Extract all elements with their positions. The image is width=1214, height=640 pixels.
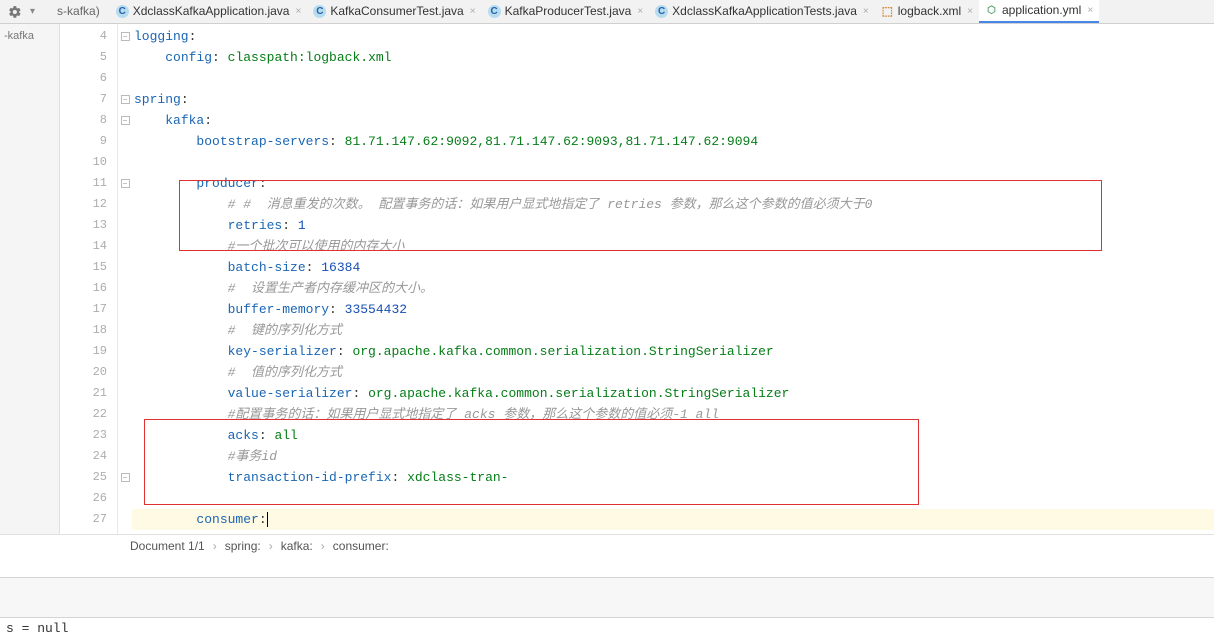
code-line[interactable]: buffer-memory: 33554432: [132, 299, 1214, 320]
project-fragment: s-kafka): [47, 4, 110, 18]
line-number: 6: [60, 68, 107, 89]
sidebar-item[interactable]: -kafka: [4, 28, 55, 44]
console-output: s = null: [0, 617, 1214, 640]
code-area[interactable]: logging: config: classpath:logback.xml sp…: [132, 24, 1214, 534]
code-line[interactable]: [132, 68, 1214, 89]
line-number: 11: [60, 173, 107, 194]
line-number: 22: [60, 404, 107, 425]
line-number: 8: [60, 110, 107, 131]
fold-toggle[interactable]: −: [121, 32, 130, 41]
java-file-icon: C: [655, 5, 668, 18]
close-icon[interactable]: ×: [470, 6, 476, 17]
line-number: 12: [60, 194, 107, 215]
code-line[interactable]: # # 消息重发的次数。 配置事务的话：如果用户显式地指定了 retries 参…: [132, 194, 1214, 215]
close-icon[interactable]: ×: [1087, 5, 1093, 16]
line-number: 18: [60, 320, 107, 341]
code-line[interactable]: logging:: [132, 26, 1214, 47]
breadcrumb-sep: ›: [269, 539, 273, 553]
line-number: 14: [60, 236, 107, 257]
console-area: s = null: [0, 577, 1214, 640]
tab-logback-xml[interactable]: ⬚ logback.xml ×: [875, 0, 979, 23]
tab-kafkaproducertest-java[interactable]: C KafkaProducerTest.java ×: [482, 0, 650, 23]
code-line[interactable]: #配置事务的话：如果用户显式地指定了 acks 参数，那么这个参数的值必须-1 …: [132, 404, 1214, 425]
fold-column: − − − − −: [118, 24, 132, 534]
line-number: 13: [60, 215, 107, 236]
code-line[interactable]: # 设置生产者内存缓冲区的大小。: [132, 278, 1214, 299]
breadcrumb-item[interactable]: consumer:: [333, 539, 389, 553]
breadcrumb[interactable]: Document 1/1 › spring: › kafka: › consum…: [0, 534, 1214, 556]
code-line[interactable]: [132, 488, 1214, 509]
fold-toggle[interactable]: −: [121, 116, 130, 125]
tab-xdclasskafkaapplicationtests-java[interactable]: C XdclassKafkaApplicationTests.java ×: [649, 0, 875, 23]
code-line[interactable]: transaction-id-prefix: xdclass-tran-: [132, 467, 1214, 488]
code-line[interactable]: value-serializer: org.apache.kafka.commo…: [132, 383, 1214, 404]
top-bar: ▾ s-kafka) C XdclassKafkaApplication.java…: [0, 0, 1214, 24]
code-line[interactable]: spring:: [132, 89, 1214, 110]
breadcrumb-sep: ›: [321, 539, 325, 553]
breadcrumb-item[interactable]: spring:: [225, 539, 261, 553]
tab-label: application.yml: [1002, 3, 1081, 17]
java-file-icon: C: [488, 5, 501, 18]
breadcrumb-sep: ›: [213, 539, 217, 553]
line-number: 20: [60, 362, 107, 383]
code-line[interactable]: producer:: [132, 173, 1214, 194]
line-number: 17: [60, 299, 107, 320]
gear-icon[interactable]: [8, 5, 22, 19]
line-number: 21: [60, 383, 107, 404]
close-icon[interactable]: ×: [295, 6, 301, 17]
close-icon[interactable]: ×: [863, 6, 869, 17]
tab-label: XdclassKafkaApplication.java: [133, 4, 290, 18]
tab-label: KafkaConsumerTest.java: [330, 4, 463, 18]
code-line[interactable]: key-serializer: org.apache.kafka.common.…: [132, 341, 1214, 362]
code-line[interactable]: bootstrap-servers: 81.71.147.62:9092,81.…: [132, 131, 1214, 152]
breadcrumb-item[interactable]: kafka:: [281, 539, 313, 553]
line-number: 7: [60, 89, 107, 110]
code-line[interactable]: retries: 1: [132, 215, 1214, 236]
editor[interactable]: 4567891011121314151617181920212223242526…: [60, 24, 1214, 534]
code-line[interactable]: batch-size: 16384: [132, 257, 1214, 278]
tab-label: logback.xml: [898, 4, 961, 18]
project-sidebar[interactable]: -kafka: [0, 24, 60, 534]
line-number: 10: [60, 152, 107, 173]
close-icon[interactable]: ×: [637, 6, 643, 17]
code-line[interactable]: # 键的序列化方式: [132, 320, 1214, 341]
java-file-icon: C: [313, 5, 326, 18]
tab-label: XdclassKafkaApplicationTests.java: [672, 4, 857, 18]
line-number: 5: [60, 47, 107, 68]
code-line[interactable]: #事务id: [132, 446, 1214, 467]
code-line[interactable]: #一个批次可以使用的内存大小: [132, 236, 1214, 257]
breadcrumb-doc: Document 1/1: [130, 539, 205, 553]
close-icon[interactable]: ×: [967, 6, 973, 17]
yml-file-icon: ⬡: [985, 4, 998, 17]
line-number: 27: [60, 509, 107, 530]
code-line[interactable]: [132, 152, 1214, 173]
code-line[interactable]: acks: all: [132, 425, 1214, 446]
code-line[interactable]: kafka:: [132, 110, 1214, 131]
fold-toggle[interactable]: −: [121, 179, 130, 188]
line-number: 25: [60, 467, 107, 488]
code-line[interactable]: consumer:: [132, 509, 1214, 530]
tab-xdclasskafkaapplication-java[interactable]: C XdclassKafkaApplication.java ×: [110, 0, 308, 23]
xml-file-icon: ⬚: [881, 5, 894, 18]
line-number: 26: [60, 488, 107, 509]
line-number: 9: [60, 131, 107, 152]
code-line[interactable]: # 值的序列化方式: [132, 362, 1214, 383]
fold-toggle[interactable]: −: [121, 95, 130, 104]
line-number: 4: [60, 26, 107, 47]
line-number: 24: [60, 446, 107, 467]
tab-application-yml[interactable]: ⬡ application.yml ×: [979, 0, 1099, 23]
line-number: 16: [60, 278, 107, 299]
chevron-down-icon[interactable]: ▾: [30, 6, 35, 17]
tab-kafkaconsumertest-java[interactable]: C KafkaConsumerTest.java ×: [307, 0, 481, 23]
code-line[interactable]: config: classpath:logback.xml: [132, 47, 1214, 68]
line-gutter: 4567891011121314151617181920212223242526…: [60, 24, 118, 534]
fold-toggle[interactable]: −: [121, 473, 130, 482]
line-number: 19: [60, 341, 107, 362]
editor-tabs: s-kafka) CXdclassKafkaApplication.java×C…: [43, 0, 1214, 24]
line-number: 23: [60, 425, 107, 446]
java-file-icon: C: [116, 5, 129, 18]
line-number: 15: [60, 257, 107, 278]
tab-label: KafkaProducerTest.java: [505, 4, 632, 18]
